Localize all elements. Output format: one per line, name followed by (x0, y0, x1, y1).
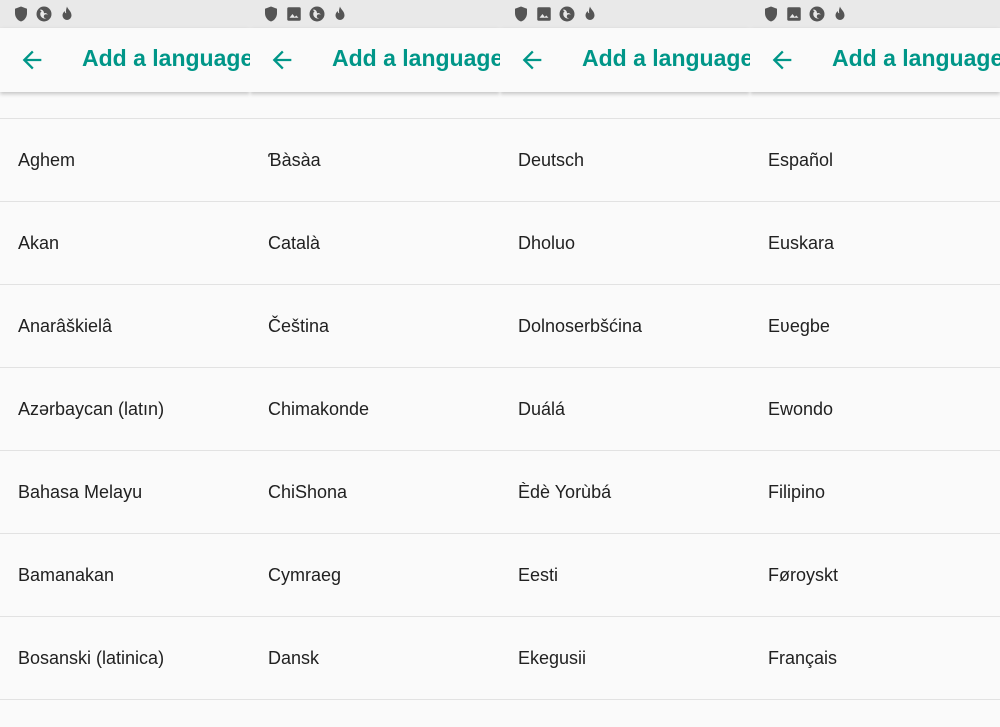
language-item[interactable]: Español (750, 119, 1000, 202)
page-title: Add a language (832, 45, 1000, 71)
language-item[interactable]: Dolnoserbšćina (500, 285, 750, 368)
screen-1: Add a language Afrikaans Aghem Akan Anar… (0, 0, 250, 727)
image-icon (285, 5, 303, 23)
language-item[interactable]: Eesti (500, 534, 750, 617)
fire-icon (331, 5, 349, 23)
status-bar (250, 0, 500, 28)
fire-icon (58, 5, 76, 23)
status-bar (750, 0, 1000, 28)
image-icon (535, 5, 553, 23)
firefox-icon (808, 5, 826, 23)
language-list: Afrikaans Aghem Akan Anarâškielâ Azərbay… (0, 68, 250, 700)
language-item[interactable]: Aghem (0, 119, 250, 202)
language-item[interactable]: Duálá (500, 368, 750, 451)
language-item[interactable]: Čeština (250, 285, 500, 368)
status-bar (0, 0, 250, 28)
screens-container: Add a language Afrikaans Aghem Akan Anar… (0, 0, 1000, 727)
language-item[interactable]: Akan (0, 202, 250, 285)
back-arrow-icon[interactable] (18, 46, 46, 74)
language-item[interactable]: Deutsch (500, 119, 750, 202)
language-item[interactable]: Euskara (750, 202, 1000, 285)
language-item[interactable]: Èdè Yorùbá (500, 451, 750, 534)
screen-2: Add a language Brezhoneg Ɓàsàa Català Če… (250, 0, 500, 727)
language-item[interactable]: Ewondo (750, 368, 1000, 451)
page-title: Add a language (82, 45, 250, 71)
back-arrow-icon[interactable] (768, 46, 796, 74)
language-list: Davvisámegiella Deutsch Dholuo Dolnoserb… (500, 68, 750, 700)
app-bar: Add a language (0, 28, 250, 92)
shield-icon (512, 5, 530, 23)
language-item[interactable]: Filipino (750, 451, 1000, 534)
language-item[interactable]: Bamanakan (0, 534, 250, 617)
shield-icon (762, 5, 780, 23)
language-item[interactable]: Chimakonde (250, 368, 500, 451)
shield-icon (262, 5, 280, 23)
language-item[interactable]: Bosanski (latinica) (0, 617, 250, 700)
app-bar: Add a language (500, 28, 750, 92)
fire-icon (831, 5, 849, 23)
language-item[interactable]: Dholuo (500, 202, 750, 285)
language-item[interactable]: Cymraeg (250, 534, 500, 617)
language-item[interactable]: ChiShona (250, 451, 500, 534)
language-item[interactable]: Føroyskt (750, 534, 1000, 617)
shield-icon (12, 5, 30, 23)
language-item[interactable]: Ekegusii (500, 617, 750, 700)
language-item[interactable]: Eʋegbe (750, 285, 1000, 368)
page-title: Add a language (582, 45, 750, 71)
app-bar: Add a language (750, 28, 1000, 92)
firefox-icon (35, 5, 53, 23)
back-arrow-icon[interactable] (268, 46, 296, 74)
status-bar (500, 0, 750, 28)
fire-icon (581, 5, 599, 23)
language-list: Brezhoneg Ɓàsàa Català Čeština Chimakond… (250, 68, 500, 700)
language-item[interactable]: Dansk (250, 617, 500, 700)
language-item[interactable]: Bahasa Melayu (0, 451, 250, 534)
language-item[interactable]: Català (250, 202, 500, 285)
language-item[interactable]: Anarâškielâ (0, 285, 250, 368)
screen-3: Add a language Davvisámegiella Deutsch D… (500, 0, 750, 727)
language-item[interactable]: Français (750, 617, 1000, 700)
back-arrow-icon[interactable] (518, 46, 546, 74)
screen-4: Add a language English Español Euskara E… (750, 0, 1000, 727)
image-icon (785, 5, 803, 23)
language-item[interactable]: Ɓàsàa (250, 119, 500, 202)
page-title: Add a language (332, 45, 500, 71)
language-list: English Español Euskara Eʋegbe Ewondo Fi… (750, 68, 1000, 700)
firefox-icon (558, 5, 576, 23)
language-item[interactable]: Azərbaycan (latın) (0, 368, 250, 451)
firefox-icon (308, 5, 326, 23)
app-bar: Add a language (250, 28, 500, 92)
